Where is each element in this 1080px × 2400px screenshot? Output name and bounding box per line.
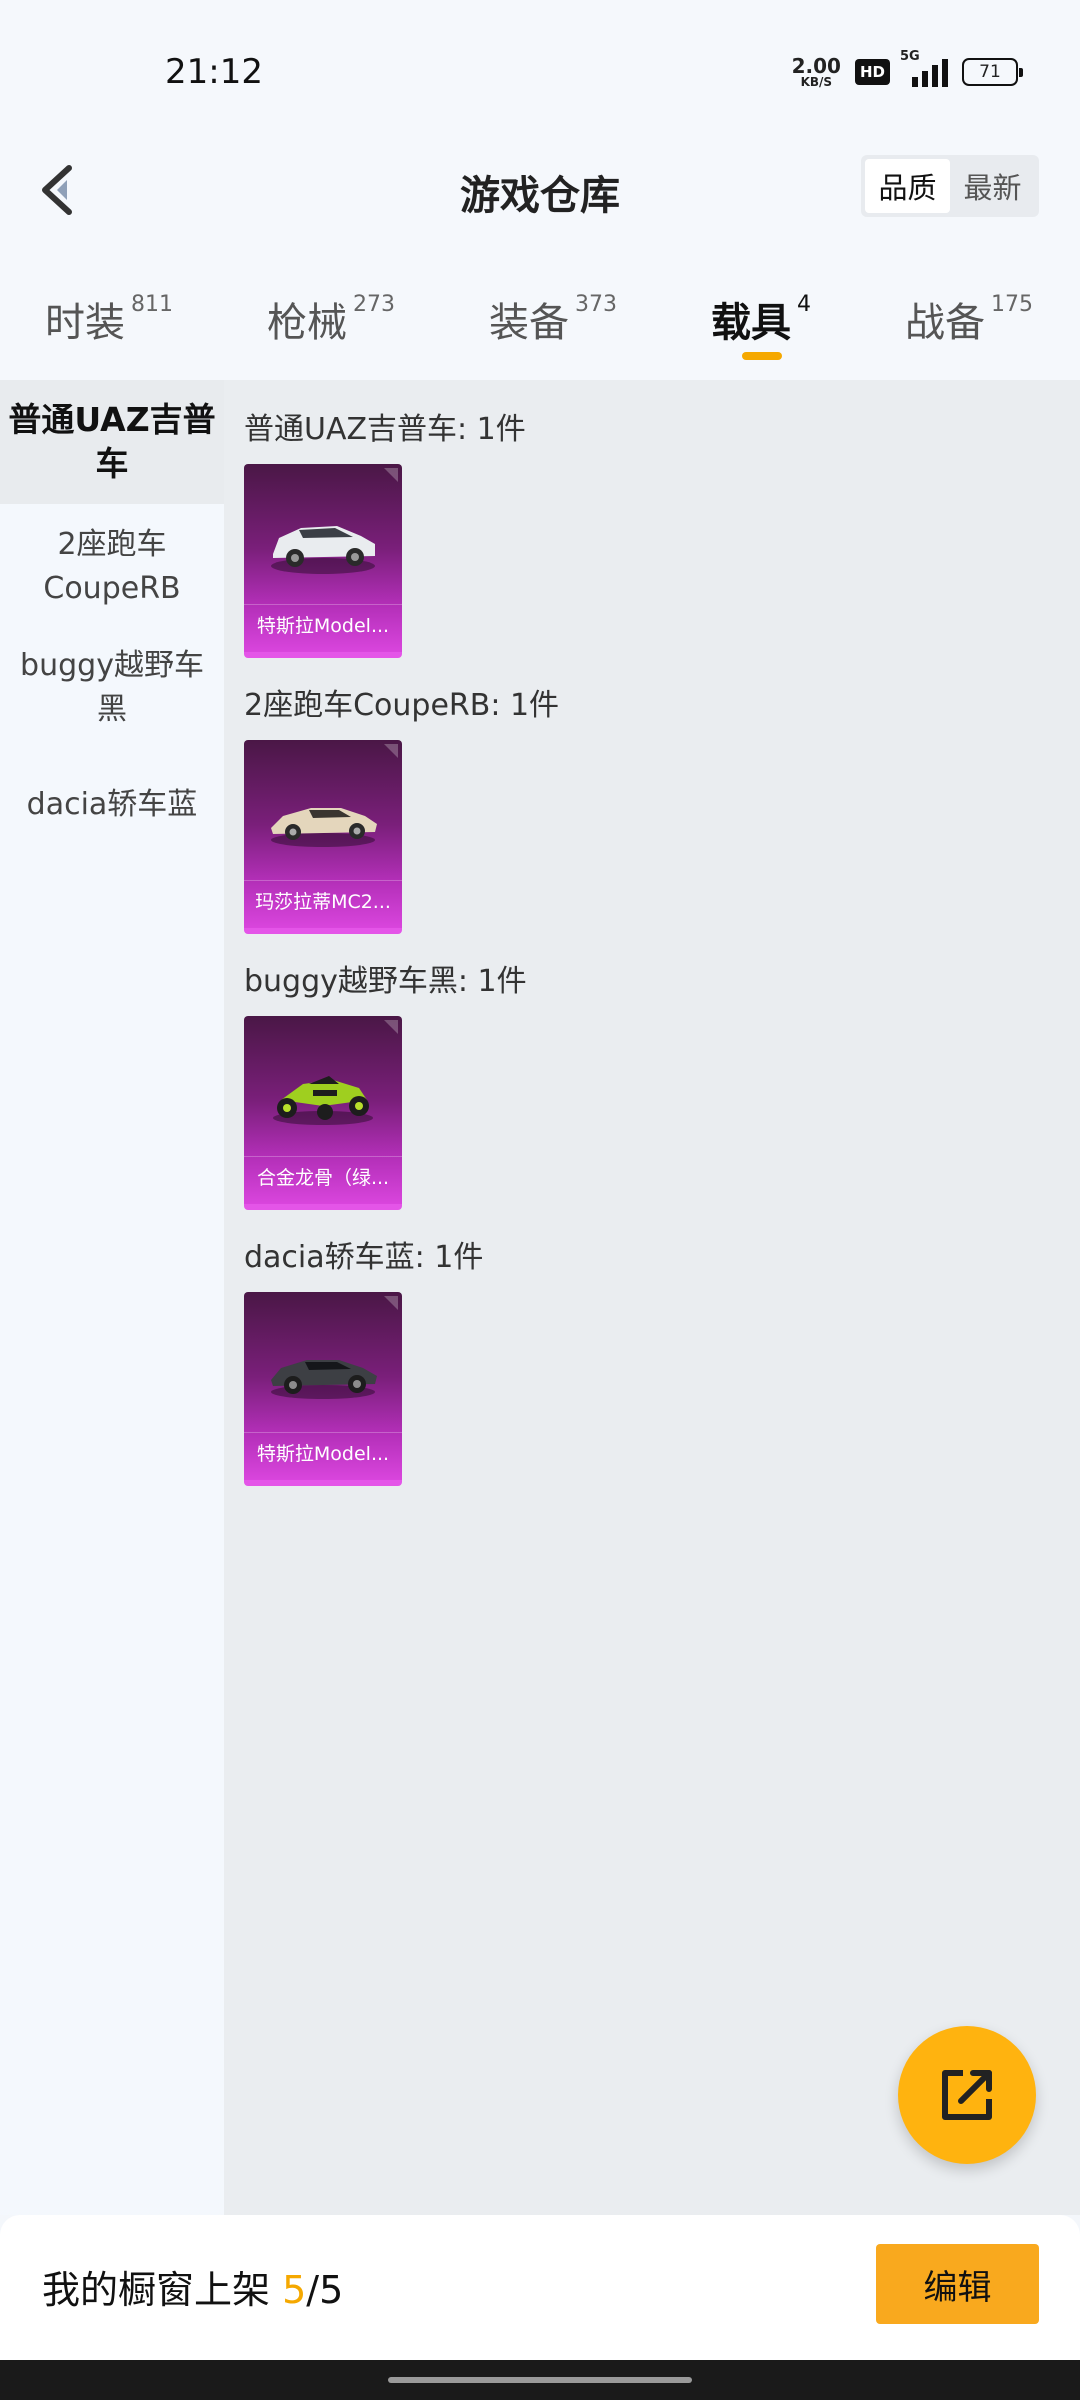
tab-label: 枪械 — [267, 300, 347, 346]
sort-toggle: 品质 最新 — [861, 155, 1039, 217]
tab-count: 175 — [991, 292, 1033, 317]
vehicle-type-sidebar: 普通UAZ吉普车 2座跑车CoupeRB buggy越野车黑 dacia轿车蓝 — [0, 380, 224, 2215]
battery-level: 71 — [979, 62, 1001, 82]
sidebar-item-coupe[interactable]: 2座跑车CoupeRB — [0, 504, 224, 630]
status-icons: 2.00 KB/S HD 5G 71 — [792, 49, 1023, 92]
card-decoration — [248, 468, 398, 482]
active-tab-indicator — [742, 352, 782, 360]
app-header: 游戏仓库 品质 最新 — [0, 145, 1080, 260]
tab-supplies[interactable]: 战备 175 — [905, 290, 1033, 348]
system-nav-bar — [0, 2360, 1080, 2400]
group-title: dacia轿车蓝: 1件 — [244, 1240, 484, 1275]
card-decoration — [248, 1020, 398, 1034]
bottom-bar: 我的橱窗上架 5/5 编辑 — [0, 2215, 1080, 2360]
vehicle-card[interactable]: 合金龙骨（绿... — [244, 1016, 402, 1210]
vehicle-card[interactable]: 特斯拉Model... — [244, 464, 402, 658]
tab-equipment[interactable]: 装备 373 — [489, 290, 617, 348]
status-time: 21:12 — [165, 52, 263, 92]
tab-vehicles[interactable]: 载具 4 — [711, 290, 811, 348]
vehicle-list: 普通UAZ吉普车: 1件 特斯拉Model... 2座跑车CoupeRB: 1件 — [224, 380, 1080, 2215]
net-speed-value: 2.00 — [791, 54, 841, 78]
dark-sedan-car-icon — [252, 1318, 394, 1422]
white-suv-car-icon — [252, 490, 394, 594]
sidebar-item-uaz-jeep[interactable]: 普通UAZ吉普车 — [0, 380, 224, 504]
battery-icon: 71 — [962, 58, 1023, 86]
showcase-current-count: 5 — [282, 2268, 307, 2312]
net-speed-unit: KB/S — [800, 75, 833, 89]
showcase-status: 我的橱窗上架 5/5 — [42, 2259, 343, 2314]
vehicle-card-label: 合金龙骨（绿... — [244, 1156, 402, 1196]
tab-count: 273 — [353, 292, 395, 317]
vehicle-card-label: 玛莎拉蒂MC2... — [244, 880, 402, 920]
group-title: buggy越野车黑: 1件 — [244, 964, 527, 999]
tab-label: 装备 — [489, 300, 569, 346]
edit-button[interactable]: 编辑 — [876, 2244, 1039, 2324]
sort-option-latest[interactable]: 最新 — [950, 159, 1035, 213]
group-title: 普通UAZ吉普车: 1件 — [244, 412, 526, 447]
vehicle-card-label: 特斯拉Model... — [244, 604, 402, 644]
tab-guns[interactable]: 枪械 273 — [267, 290, 395, 348]
tab-count: 4 — [797, 292, 811, 317]
vehicle-card-label: 特斯拉Model... — [244, 1432, 402, 1472]
tab-label: 载具 — [711, 300, 791, 346]
showcase-total-count: /5 — [306, 2268, 344, 2312]
signal-icon: 5G — [900, 49, 948, 87]
green-buggy-icon — [252, 1042, 394, 1146]
net-speed-indicator: 2.00 KB/S — [792, 56, 841, 88]
sort-option-quality[interactable]: 品质 — [865, 159, 950, 213]
showcase-label: 我的橱窗上架 — [42, 2268, 283, 2312]
share-button[interactable] — [898, 2026, 1036, 2164]
sidebar-item-buggy[interactable]: buggy越野车黑 — [0, 630, 224, 745]
group-title: 2座跑车CoupeRB: 1件 — [244, 688, 560, 723]
vehicle-card[interactable]: 特斯拉Model... — [244, 1292, 402, 1486]
tab-count: 811 — [131, 292, 173, 317]
vehicle-card[interactable]: 玛莎拉蒂MC2... — [244, 740, 402, 934]
tab-label: 战备 — [905, 300, 985, 346]
card-decoration — [248, 1296, 398, 1310]
tab-count: 373 — [575, 292, 617, 317]
card-decoration — [248, 744, 398, 758]
cream-sports-car-icon — [252, 766, 394, 870]
status-bar: 21:12 2.00 KB/S HD 5G 71 — [0, 0, 1080, 145]
tab-label: 时装 — [45, 300, 125, 346]
home-indicator[interactable] — [388, 2377, 692, 2383]
tab-fashion[interactable]: 时装 811 — [45, 290, 173, 348]
share-external-icon — [942, 2070, 992, 2120]
signal-5g-label: 5G — [900, 49, 920, 64]
sidebar-item-dacia[interactable]: dacia轿车蓝 — [0, 745, 224, 865]
category-tabs: 时装 811 枪械 273 装备 373 载具 4 战备 175 — [0, 260, 1080, 380]
hd-icon: HD — [854, 59, 890, 85]
